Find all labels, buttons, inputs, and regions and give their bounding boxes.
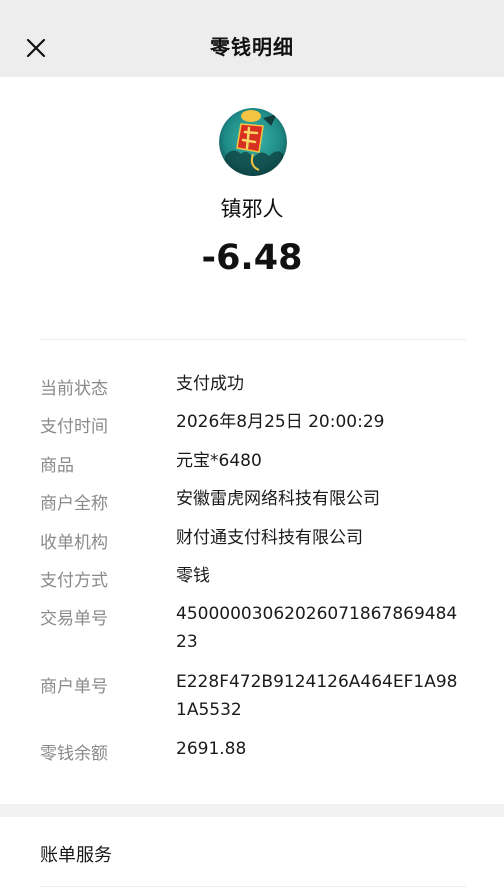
page-title: 零钱明细 xyxy=(210,35,294,59)
detail-label: 商户单号 xyxy=(40,677,108,697)
detail-label: 商品 xyxy=(40,456,74,476)
transaction-amount: -6.48 xyxy=(201,238,303,278)
detail-label: 零钱余额 xyxy=(40,744,108,764)
section-gap xyxy=(0,804,504,817)
detail-value: 财付通支付科技有限公司 xyxy=(176,528,363,548)
detail-label: 支付时间 xyxy=(40,417,108,437)
detail-value: 元宝*6480 xyxy=(176,451,262,471)
detail-label: 当前状态 xyxy=(40,379,108,399)
detail-label: 交易单号 xyxy=(40,609,108,629)
bill-service-label: 账单服务 xyxy=(40,845,112,866)
detail-value: 2026年8月25日 20:00:29 xyxy=(176,412,385,432)
detail-label: 收单机构 xyxy=(40,533,108,553)
detail-value: 支付成功 xyxy=(176,374,244,394)
bottom-divider xyxy=(40,886,466,887)
detail-value: 2691.88 xyxy=(176,739,247,759)
section-divider xyxy=(40,339,466,340)
merchant-avatar[interactable] xyxy=(219,108,287,176)
detail-label: 支付方式 xyxy=(40,571,108,591)
detail-value: 安徽雷虎网络科技有限公司 xyxy=(176,489,380,509)
merchant-name: 镇邪人 xyxy=(220,197,284,221)
transaction-detail-page: 零钱明细 镇邪人 -6.48 当前状态 支付成功 支付时间 2026年8月25日… xyxy=(0,0,504,893)
header-bar: 零钱明细 xyxy=(0,0,504,77)
detail-value: 零钱 xyxy=(176,566,210,586)
detail-value[interactable]: E228F472B9124126A464EF1A981A5532 xyxy=(176,668,466,724)
bill-service-row[interactable]: 账单服务 xyxy=(0,817,504,887)
game-logo-icon xyxy=(219,108,287,176)
detail-value[interactable]: 4500000306202607186786948423 xyxy=(176,600,466,656)
detail-label: 商户全称 xyxy=(40,494,108,514)
